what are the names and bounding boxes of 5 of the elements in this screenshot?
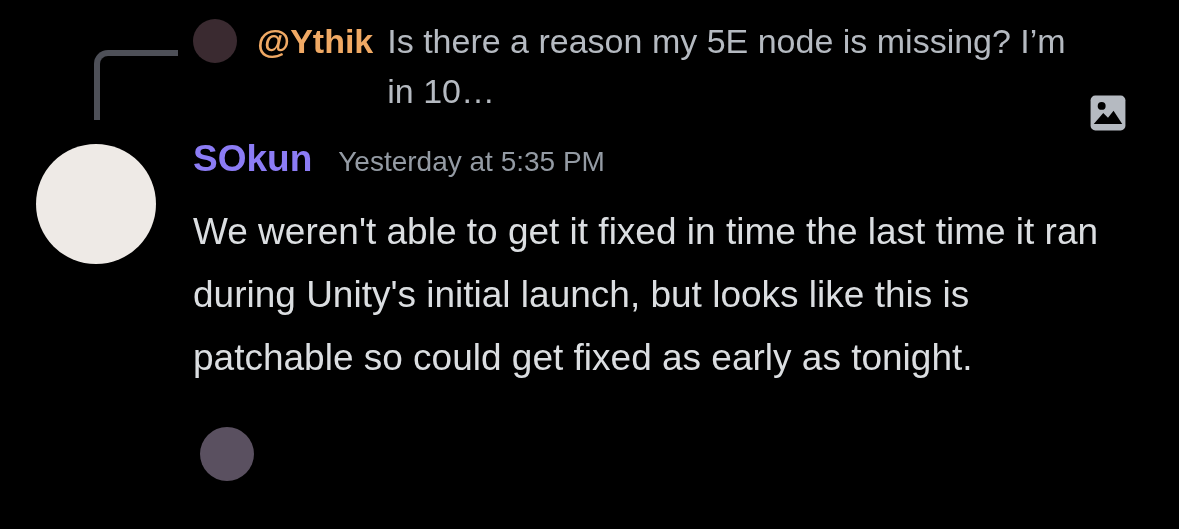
timestamp: Yesterday at 5:35 PM [338, 146, 605, 178]
message-text: We weren't able to get it fixed in time the last time it ran during Unity's initial launch, but looks like this is patchable so could get fixed as early as tonight. [193, 210, 1100, 380]
reply-preview[interactable]: Is there a reason my 5E node is missing? I’m in 10… [387, 16, 1078, 116]
reply-author[interactable]: @Ythik [257, 16, 374, 66]
author-name[interactable]: SOkun [193, 138, 313, 180]
